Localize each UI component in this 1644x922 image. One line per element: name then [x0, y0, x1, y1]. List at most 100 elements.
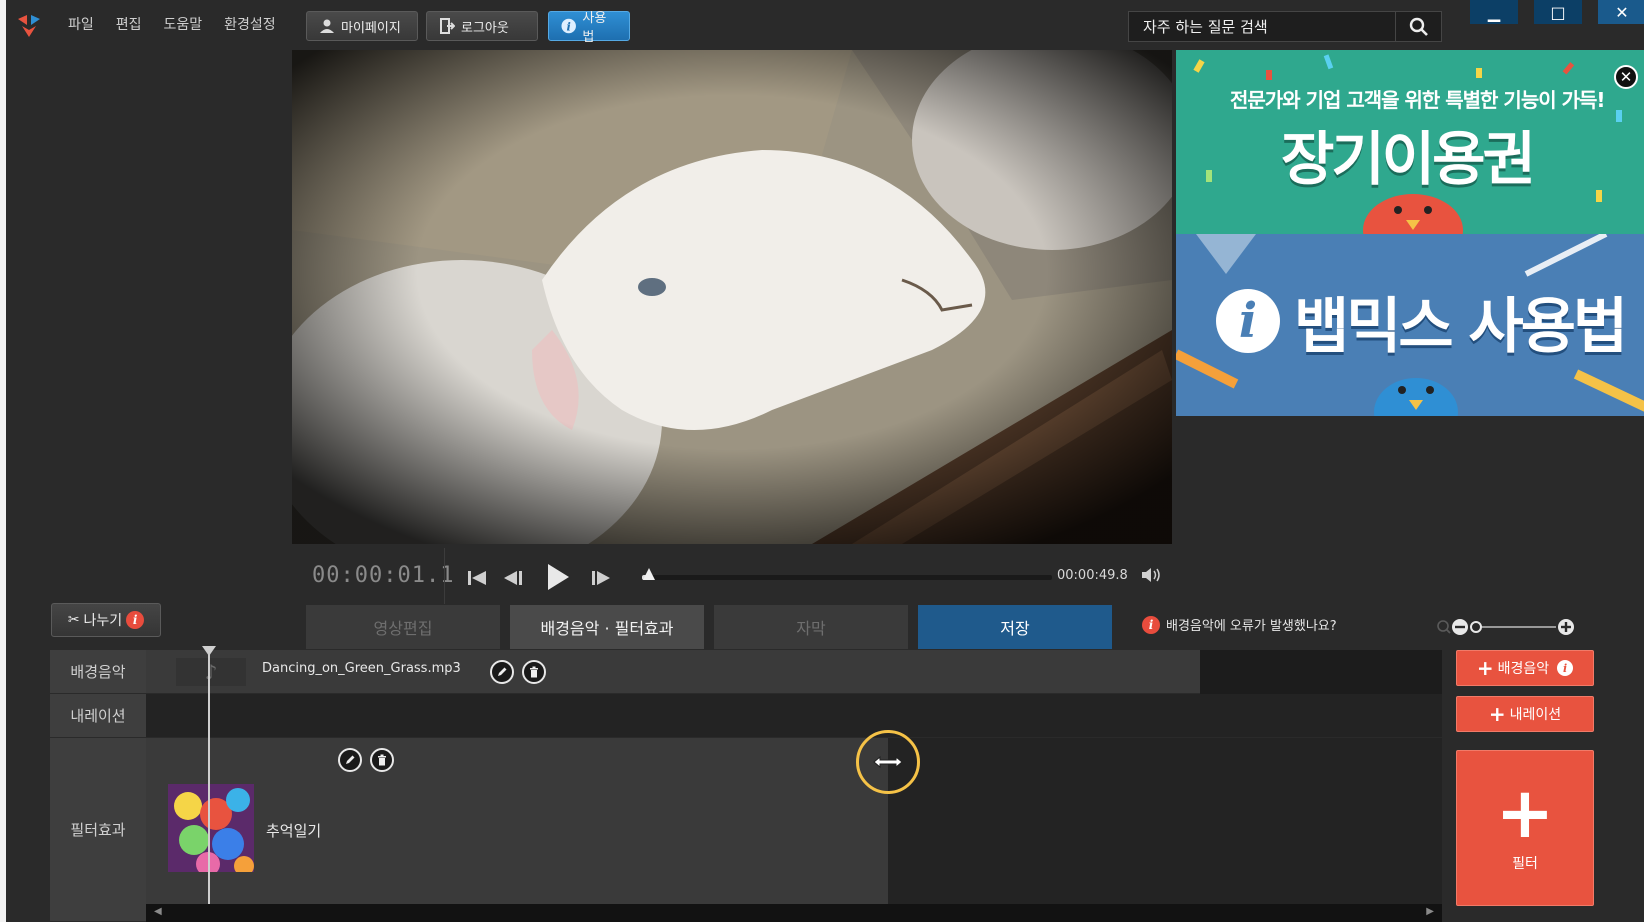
tab-video-edit[interactable]: 영상편집	[306, 605, 500, 649]
step-forward-button[interactable]	[588, 566, 614, 590]
edit-filter-button[interactable]	[338, 748, 362, 772]
faq-search-input[interactable]	[1129, 12, 1395, 41]
edit-music-button[interactable]	[490, 660, 514, 684]
mypage-button[interactable]: 마이페이지	[306, 11, 418, 41]
timeline-playhead[interactable]	[208, 650, 210, 904]
play-icon	[548, 564, 569, 590]
scroll-right-icon[interactable]: ▶	[1426, 906, 1434, 917]
close-window-button[interactable]: ✕	[1598, 0, 1644, 24]
ad-banner-title: 장기이용권	[1281, 125, 1536, 193]
mypage-label: 마이페이지	[341, 20, 401, 36]
delete-music-button[interactable]	[522, 660, 546, 684]
howto-label: 사용법	[582, 11, 607, 45]
minimize-icon: ▁	[1487, 2, 1501, 22]
plus-icon: +	[1476, 656, 1494, 680]
trash-icon	[530, 666, 538, 678]
info-badge-icon[interactable]: i	[126, 611, 145, 629]
scroll-left-icon[interactable]: ◀	[154, 906, 162, 917]
maximize-icon: □	[1550, 2, 1566, 22]
add-narration-button[interactable]: + 내레이션	[1456, 696, 1594, 732]
menu-settings[interactable]: 환경설정	[224, 14, 276, 34]
row-label-filter: 필터효과	[50, 738, 146, 922]
play-button[interactable]	[544, 563, 572, 591]
ad-banner-subtitle: 전문가와 기업 고객을 위한 특별한 기능이 가득!	[1230, 88, 1605, 112]
add-narration-label: 내레이션	[1509, 707, 1562, 723]
music-note-icon: ♪	[176, 658, 246, 686]
faq-search-box	[1128, 11, 1442, 42]
menu-file[interactable]: 파일	[68, 14, 94, 34]
skip-start-icon	[468, 571, 486, 585]
step-back-button[interactable]	[500, 566, 526, 590]
volume-button[interactable]	[1140, 566, 1162, 588]
zoom-in-icon[interactable]	[1558, 619, 1574, 635]
menu-edit[interactable]: 편집	[116, 14, 142, 34]
app-window: 파일 편집 도움말 환경설정 마이페이지 로그아웃 i 사용법 ▁ □ ✕	[0, 0, 1644, 922]
info-icon: i	[561, 18, 576, 33]
top-bar: 파일 편집 도움말 환경설정 마이페이지 로그아웃 i 사용법 ▁ □ ✕	[6, 0, 1644, 50]
divider	[444, 548, 445, 604]
filter-lane-empty[interactable]	[888, 738, 1442, 904]
plus-icon: +	[1488, 702, 1506, 726]
search-icon	[1409, 17, 1428, 36]
resize-arrows-icon	[873, 755, 903, 769]
zoom-thumb[interactable]	[1470, 621, 1482, 633]
seek-bar[interactable]	[642, 568, 1052, 580]
menu-help[interactable]: 도움말	[164, 14, 203, 34]
split-label: 나누기	[83, 613, 123, 629]
pencil-icon	[346, 755, 355, 764]
row-label-narration: 내레이션	[50, 694, 146, 738]
tab-music-filter[interactable]: 배경음악 · 필터효과	[510, 605, 704, 649]
menu-bar: 파일 편집 도움말 환경설정	[68, 14, 276, 34]
logout-button[interactable]: 로그아웃	[426, 11, 538, 41]
music-error-help-text: 배경음악에 오류가 발생했나요?	[1166, 619, 1337, 634]
user-icon	[320, 19, 334, 33]
ad-banner2-title: 뱁믹스 사용법	[1294, 292, 1628, 362]
playhead-marker-icon[interactable]	[202, 646, 216, 656]
row-label-music: 배경음악	[50, 650, 146, 694]
logout-icon	[440, 18, 455, 34]
add-music-button[interactable]: + 배경음악 i	[1456, 650, 1594, 686]
svg-text:i: i	[567, 19, 571, 33]
minimize-button[interactable]: ▁	[1470, 0, 1518, 24]
info-badge-icon[interactable]: i	[1557, 660, 1574, 676]
info-icon: i	[1216, 289, 1280, 353]
tab-subtitles[interactable]: 자막	[714, 605, 908, 649]
skip-to-start-button[interactable]	[464, 566, 490, 590]
timeline-scrollbar[interactable]: ◀ ▶	[146, 904, 1442, 922]
delete-filter-button[interactable]	[370, 748, 394, 772]
zoom-search-icon	[1437, 620, 1451, 634]
clip-resize-handle[interactable]	[856, 730, 920, 794]
add-filter-label: 필터	[1512, 856, 1538, 872]
close-icon: ✕	[1615, 2, 1629, 22]
howto-button[interactable]: i 사용법	[548, 11, 630, 45]
plus-icon: +	[1495, 772, 1555, 854]
ad-banner-howto[interactable]: i 뱁믹스 사용법	[1176, 234, 1644, 416]
end-timecode: 00:00:49.8	[1057, 568, 1128, 583]
alert-icon: i	[1142, 615, 1160, 634]
music-file-name: Dancing_on_Green_Grass.mp3	[262, 661, 461, 676]
seek-thumb-icon[interactable]	[642, 566, 656, 582]
music-error-help-link[interactable]: i 배경음악에 오류가 발생했나요?	[1142, 615, 1337, 634]
close-icon: ✕	[1619, 68, 1633, 86]
narration-lane[interactable]	[146, 694, 1442, 738]
filter-lane-clip[interactable]: 추억일기	[146, 738, 888, 904]
add-music-label: 배경음악	[1497, 661, 1550, 677]
music-lane[interactable]: ♪ Dancing_on_Green_Grass.mp3	[146, 650, 1200, 694]
search-button[interactable]	[1395, 12, 1441, 41]
trash-icon	[378, 754, 386, 766]
step-forward-icon	[592, 571, 610, 585]
ad-banner-long-term-pass[interactable]: 전문가와 기업 고객을 위한 특별한 기능이 가득! 장기이용권	[1176, 50, 1644, 234]
zoom-out-icon[interactable]	[1452, 619, 1468, 635]
timeline: 배경음악 내레이션 필터효과 ♪ Dancing_on_Green_Grass.…	[50, 646, 1610, 922]
logout-label: 로그아웃	[461, 20, 509, 36]
add-filter-button[interactable]: + 필터	[1456, 750, 1594, 906]
current-timecode: 00:00:01.1	[312, 563, 455, 588]
filter-thumbnail-balloons	[168, 784, 254, 872]
zoom-slider[interactable]	[1436, 617, 1588, 637]
volume-icon	[1142, 568, 1160, 582]
split-button[interactable]: ✂ 나누기 i	[51, 603, 161, 637]
maximize-button[interactable]: □	[1534, 0, 1582, 24]
video-preview[interactable]	[292, 50, 1172, 544]
ad-close-button[interactable]: ✕	[1614, 65, 1638, 89]
tab-save[interactable]: 저장	[918, 605, 1112, 649]
